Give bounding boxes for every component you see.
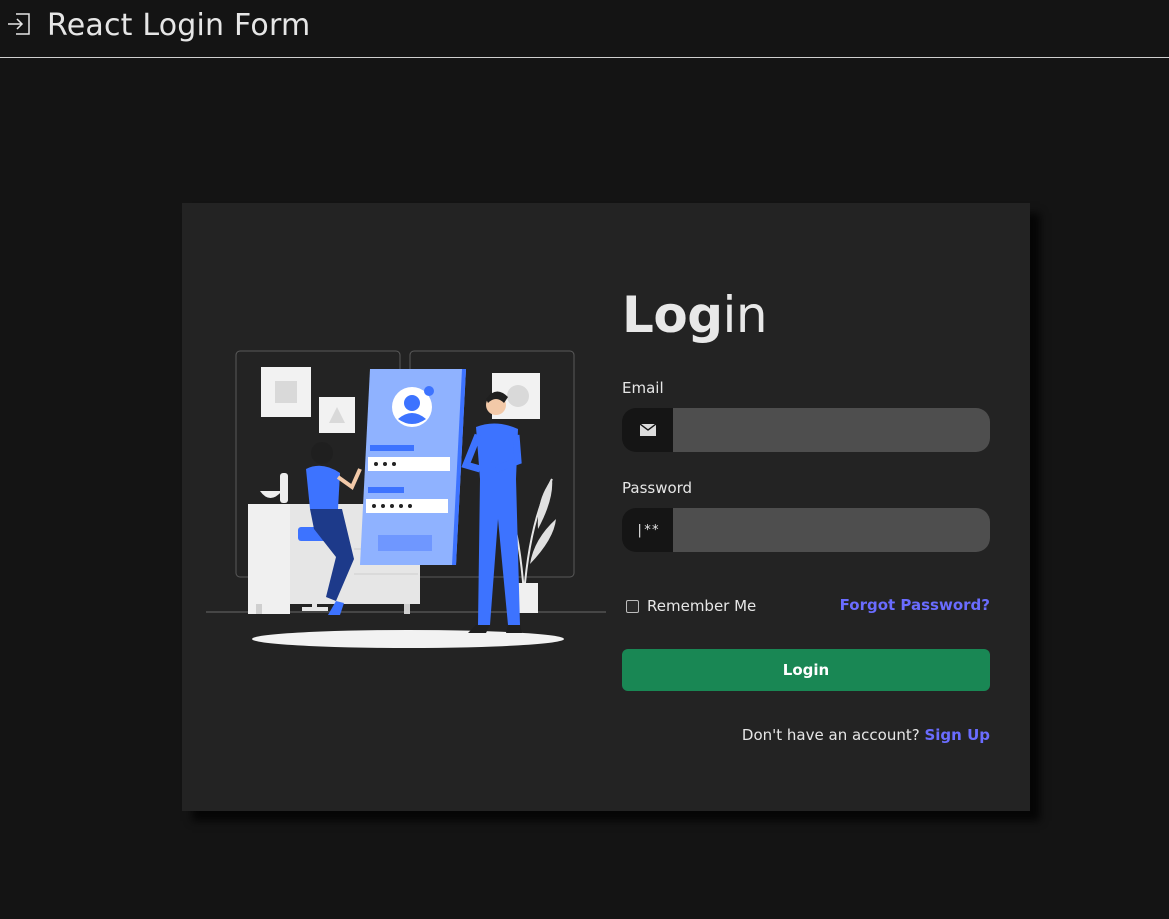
app-title: React Login Form [47,8,311,43]
envelope-icon [622,408,673,452]
signup-row: Don't have an account? Sign Up [742,726,990,744]
forgot-password-link[interactable]: Forgot Password? [840,596,990,614]
password-field[interactable] [673,508,990,552]
email-input-group [622,408,990,452]
signup-prompt: Don't have an account? [741,726,920,744]
login-button[interactable]: Login [622,649,990,691]
signup-link[interactable]: Sign Up [924,726,990,744]
remember-me-checkbox[interactable] [626,599,639,613]
password-label: Password [622,479,693,497]
remember-me[interactable]: Remember Me [626,597,756,615]
email-field[interactable] [673,408,990,452]
top-bar: React Login Form [0,0,1169,58]
login-card: Login Email Password |** Remember Me For… [182,203,1030,811]
login-form: Login Email Password |** Remember Me For… [622,203,990,811]
password-icon: |** [622,508,673,552]
email-label: Email [622,379,664,397]
login-icon [8,13,30,35]
remember-me-label: Remember Me [647,597,757,615]
page-title: Login [622,286,768,344]
login-illustration [206,350,606,648]
password-input-group: |** [622,508,990,552]
